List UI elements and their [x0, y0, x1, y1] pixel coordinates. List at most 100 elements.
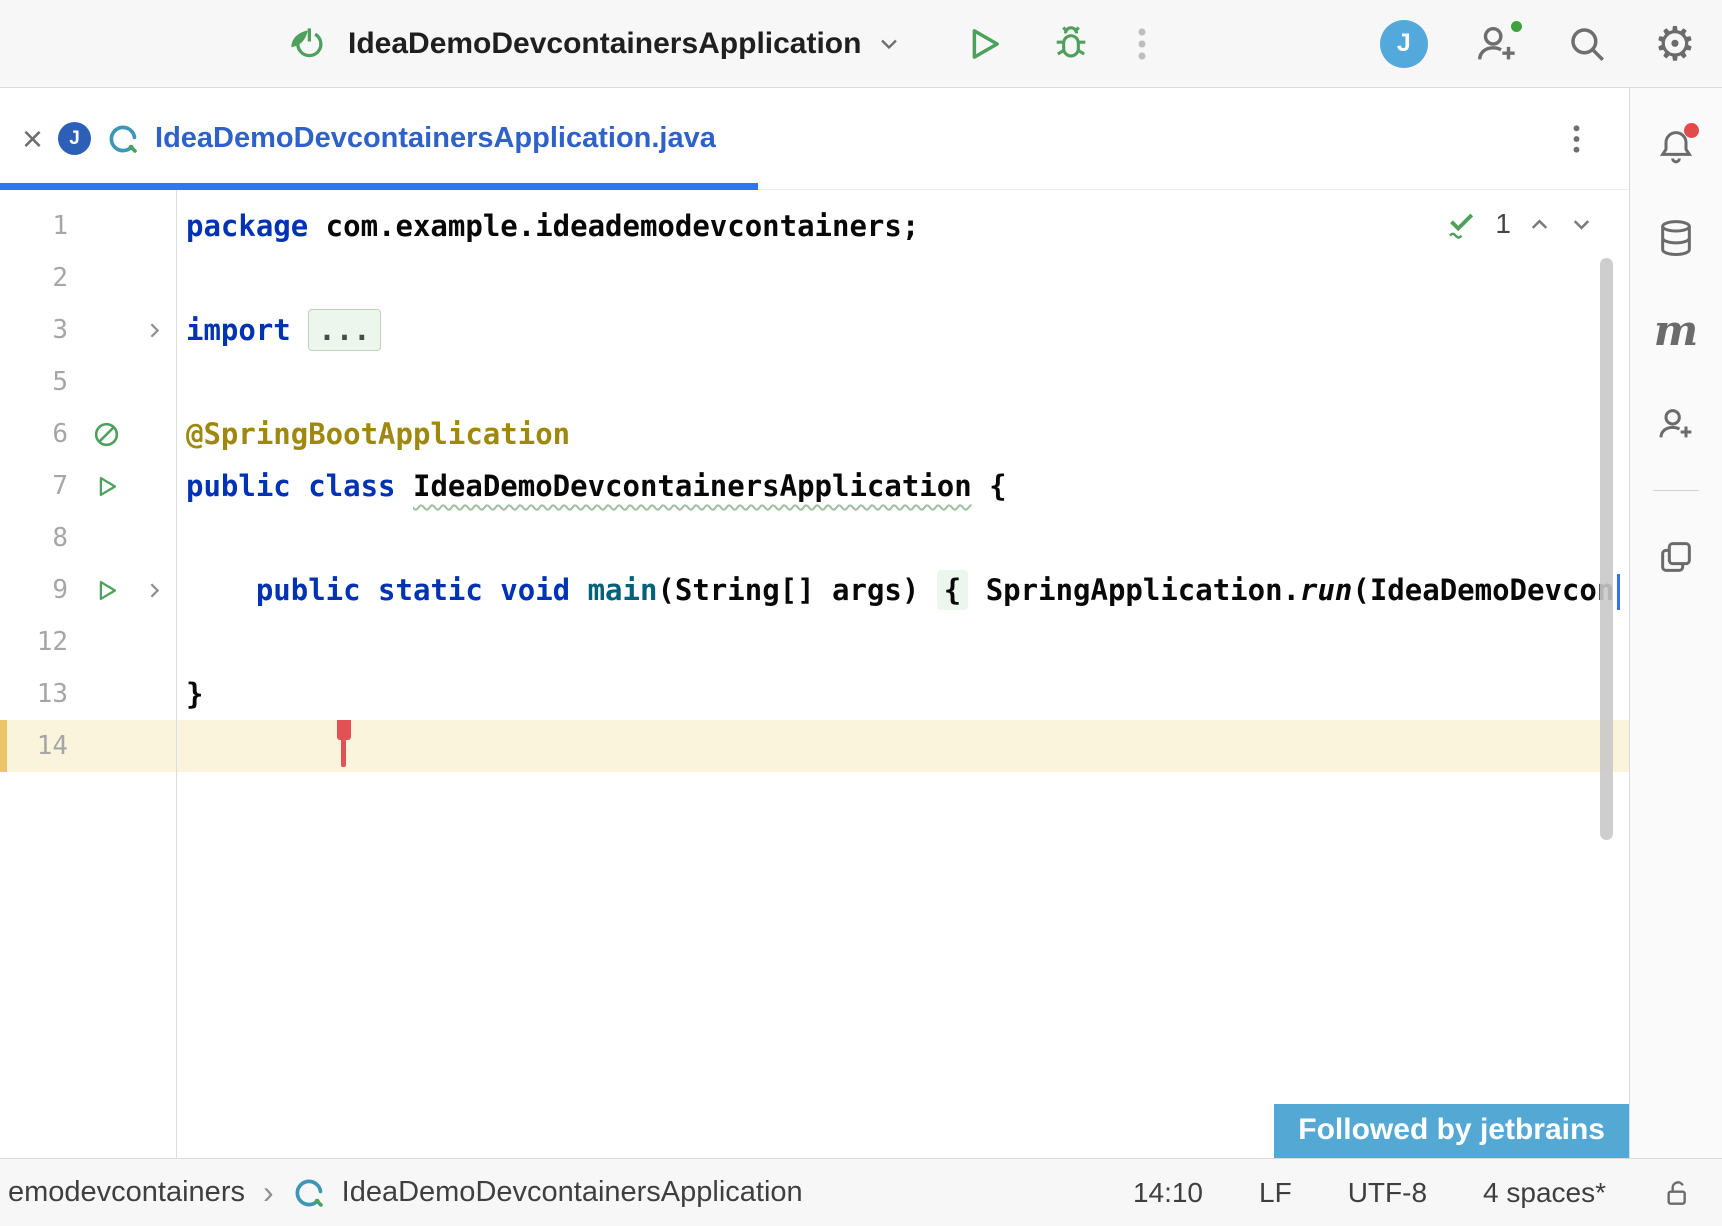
search-icon[interactable]: [1566, 23, 1608, 65]
code-text[interactable]: [176, 356, 1629, 408]
next-problem-icon[interactable]: [1568, 211, 1595, 238]
fold-slot[interactable]: [132, 564, 176, 616]
code-text[interactable]: import ...: [176, 304, 1629, 356]
code-line[interactable]: 7public class IdeaDemoDevcontainersAppli…: [0, 460, 1629, 512]
gutter-icon-slot: [80, 252, 132, 304]
code-line[interactable]: 9 public static void main(String[] args)…: [0, 564, 1629, 616]
code-text[interactable]: package com.example.ideademodevcontainer…: [176, 200, 1629, 252]
code-segment: package: [186, 209, 308, 243]
maven-icon[interactable]: m: [1654, 310, 1698, 352]
spring-boot-class-icon: [292, 1176, 326, 1210]
fold-slot: [132, 668, 176, 720]
code-line[interactable]: 13}: [0, 668, 1629, 720]
line-separator-widget[interactable]: LF: [1259, 1177, 1292, 1209]
main-toolbar: IdeaDemoDevcontainersApplication J: [0, 0, 1722, 88]
code-segment: [291, 313, 308, 347]
code-segment: import: [186, 313, 291, 347]
add-user-icon[interactable]: [1474, 21, 1520, 67]
notifications-icon[interactable]: [1656, 126, 1696, 166]
gutter-icon-slot[interactable]: [80, 408, 132, 460]
code-segment: public static void: [256, 573, 570, 607]
line-number: 8: [0, 512, 80, 564]
code-text[interactable]: [176, 720, 1629, 772]
close-icon[interactable]: ×: [22, 121, 43, 157]
code-segment: SpringApplication.: [968, 573, 1300, 607]
run-gutter-icon[interactable]: [93, 473, 120, 500]
code-lines: 1package com.example.ideademodevcontaine…: [0, 190, 1629, 772]
code-line[interactable]: 12: [0, 616, 1629, 668]
gutter-icon-slot: [80, 668, 132, 720]
chevron-right-icon: ›: [261, 1174, 276, 1211]
gutter-icon-slot[interactable]: [80, 460, 132, 512]
breadcrumb-package[interactable]: emodevcontainers: [8, 1176, 245, 1209]
code-line[interactable]: 5: [0, 356, 1629, 408]
fold-chevron-icon[interactable]: [142, 318, 167, 343]
fold-chevron-icon[interactable]: [142, 578, 167, 603]
run-button[interactable]: [963, 23, 1005, 65]
fold-slot: [132, 252, 176, 304]
code-editor[interactable]: 1package com.example.ideademodevcontaine…: [0, 190, 1629, 1158]
fold-slot: [132, 460, 176, 512]
code-text[interactable]: }: [176, 668, 1629, 720]
more-options-icon[interactable]: [1137, 26, 1147, 62]
code-text[interactable]: public class IdeaDemoDevcontainersApplic…: [176, 460, 1629, 512]
inspections-count: 1: [1495, 208, 1511, 240]
fold-slot[interactable]: [132, 304, 176, 356]
gutter-icon-slot: [80, 512, 132, 564]
spring-boot-class-icon: [106, 122, 140, 156]
vertical-scrollbar[interactable]: [1600, 258, 1613, 840]
previous-problem-icon[interactable]: [1526, 211, 1553, 238]
gutter-icon-slot[interactable]: [80, 564, 132, 616]
gutter-icon-slot: [80, 720, 132, 772]
ide-window: IdeaDemoDevcontainersApplication J: [0, 0, 1722, 1226]
line-number: 12: [0, 616, 80, 668]
code-line[interactable]: 8: [0, 512, 1629, 564]
code-line[interactable]: 3import ...: [0, 304, 1629, 356]
fold-slot: [132, 720, 176, 772]
code-segment: {: [937, 570, 968, 610]
run-configuration-widget[interactable]: IdeaDemoDevcontainersApplication: [288, 24, 903, 64]
fold-slot: [132, 512, 176, 564]
run-gutter-icon[interactable]: [93, 577, 120, 604]
code-text[interactable]: [176, 616, 1629, 668]
code-text[interactable]: [176, 252, 1629, 304]
encoding-widget[interactable]: UTF-8: [1348, 1177, 1427, 1209]
code-with-me-active-dot: [1509, 19, 1524, 34]
tab-active-file[interactable]: × J IdeaDemoDevcontainersApplication.jav…: [0, 88, 758, 189]
code-segment: [186, 573, 256, 607]
layers-icon[interactable]: [1656, 537, 1696, 577]
add-user-icon[interactable]: [1656, 404, 1696, 444]
code-line[interactable]: 1package com.example.ideademodevcontaine…: [0, 200, 1629, 252]
line-number: 14: [0, 720, 80, 772]
editor-tab-bar: × J IdeaDemoDevcontainersApplication.jav…: [0, 88, 1629, 190]
code-line[interactable]: 2: [0, 252, 1629, 304]
followed-by-badge: Followed by jetbrains: [1274, 1104, 1629, 1158]
tab-options-kebab-icon[interactable]: [1572, 123, 1581, 155]
debug-button[interactable]: [1049, 22, 1093, 66]
line-number: 2: [0, 252, 80, 304]
cursor-position-widget[interactable]: 14:10: [1133, 1177, 1203, 1209]
code-line[interactable]: 14: [0, 720, 1629, 772]
unlocked-icon[interactable]: [1662, 1177, 1694, 1209]
code-text[interactable]: [176, 512, 1629, 564]
code-segment: com.example.ideademodevcontainers;: [308, 209, 919, 243]
code-text[interactable]: public static void main(String[] args) {…: [176, 564, 1629, 616]
run-configuration-name: IdeaDemoDevcontainersApplication: [348, 27, 861, 61]
code-segment: @SpringBootApplication: [186, 417, 570, 451]
code-segment: (String[] args): [657, 573, 936, 607]
inspections-widget: 1: [1444, 206, 1595, 242]
settings-icon[interactable]: ⚙: [1654, 20, 1696, 67]
database-icon[interactable]: [1656, 218, 1696, 258]
user-avatar[interactable]: J: [1380, 20, 1428, 68]
code-line[interactable]: 6@SpringBootApplication: [0, 408, 1629, 460]
code-text[interactable]: @SpringBootApplication: [176, 408, 1629, 460]
line-number: 1: [0, 200, 80, 252]
code-segment: {: [972, 469, 1007, 503]
inspections-check-icon[interactable]: [1444, 206, 1480, 242]
indent-widget[interactable]: 4 spaces*: [1483, 1177, 1606, 1209]
gutter-icon-slot: [80, 616, 132, 668]
spring-bean-icon[interactable]: [91, 419, 122, 450]
gutter-icon-slot: [80, 356, 132, 408]
breadcrumb-class[interactable]: IdeaDemoDevcontainersApplication: [342, 1176, 803, 1209]
code-segment: main: [588, 573, 658, 607]
